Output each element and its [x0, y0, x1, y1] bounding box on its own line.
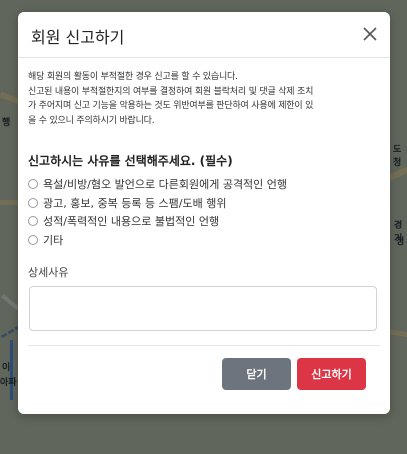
option-label: 욕설/비방/혐오 발언으로 다른회원에게 공격적인 언행 [43, 178, 288, 191]
notice-line: 을 수 있으니 주의하시기 바랍니다. [28, 115, 155, 126]
close-button[interactable]: 닫기 [222, 358, 291, 390]
modal-header: 회원 신고하기 [18, 12, 390, 58]
notice-line: 해당 회원의 활동이 부적절한 경우 신고를 할 수 있습니다. [28, 72, 238, 82]
detail-reason-input[interactable] [29, 286, 377, 331]
radio-button[interactable] [28, 216, 38, 226]
report-member-modal: 회원 신고하기 해당 회원의 활동이 부적절한 경우 신고를 할 수 있습니다.… [18, 12, 390, 414]
reason-option-spam[interactable]: 광고, 홍보, 중복 등록 등 스팸/도배 행위 [28, 194, 287, 212]
reason-options: 욕설/비방/혐오 발언으로 다른회원에게 공격적인 언행 광고, 홍보, 중복 … [28, 175, 287, 249]
option-label: 기타 [43, 233, 64, 247]
notice-line: 가 주어지며 신고 기능을 악용하는 것도 위반여부를 판단하여 사용에 제한이… [28, 101, 314, 111]
footer-divider [28, 345, 380, 346]
option-label: 광고, 홍보, 중복 등록 등 스팸/도배 행위 [43, 196, 227, 210]
radio-button[interactable] [28, 197, 38, 208]
option-label: 성적/폭력적인 내용으로 불법적인 언행 [43, 215, 220, 228]
report-notice: 해당 회원의 활동이 부적절한 경우 신고를 할 수 있습니다. 신고된 내용이… [28, 70, 380, 128]
detail-label: 상세사유 [28, 266, 69, 279]
reason-question: 신고하시는 사유를 선택해주세요. (필수) [28, 154, 233, 168]
radio-button[interactable] [28, 179, 38, 189]
reason-option-abuse[interactable]: 욕설/비방/혐오 발언으로 다른회원에게 공격적인 언행 [28, 175, 287, 193]
modal-title: 회원 신고하기 [31, 28, 125, 47]
notice-line: 신고된 내용이 부적절한지의 여부를 결정하여 회원 블락처리 및 댓글 삭제 … [28, 86, 314, 97]
report-button[interactable]: 신고하기 [297, 358, 366, 390]
reason-option-illegal[interactable]: 성적/폭력적인 내용으로 불법적인 언행 [28, 212, 287, 230]
reason-option-other[interactable]: 기타 [28, 231, 287, 249]
close-icon[interactable] [361, 25, 379, 43]
radio-button[interactable] [28, 234, 38, 245]
